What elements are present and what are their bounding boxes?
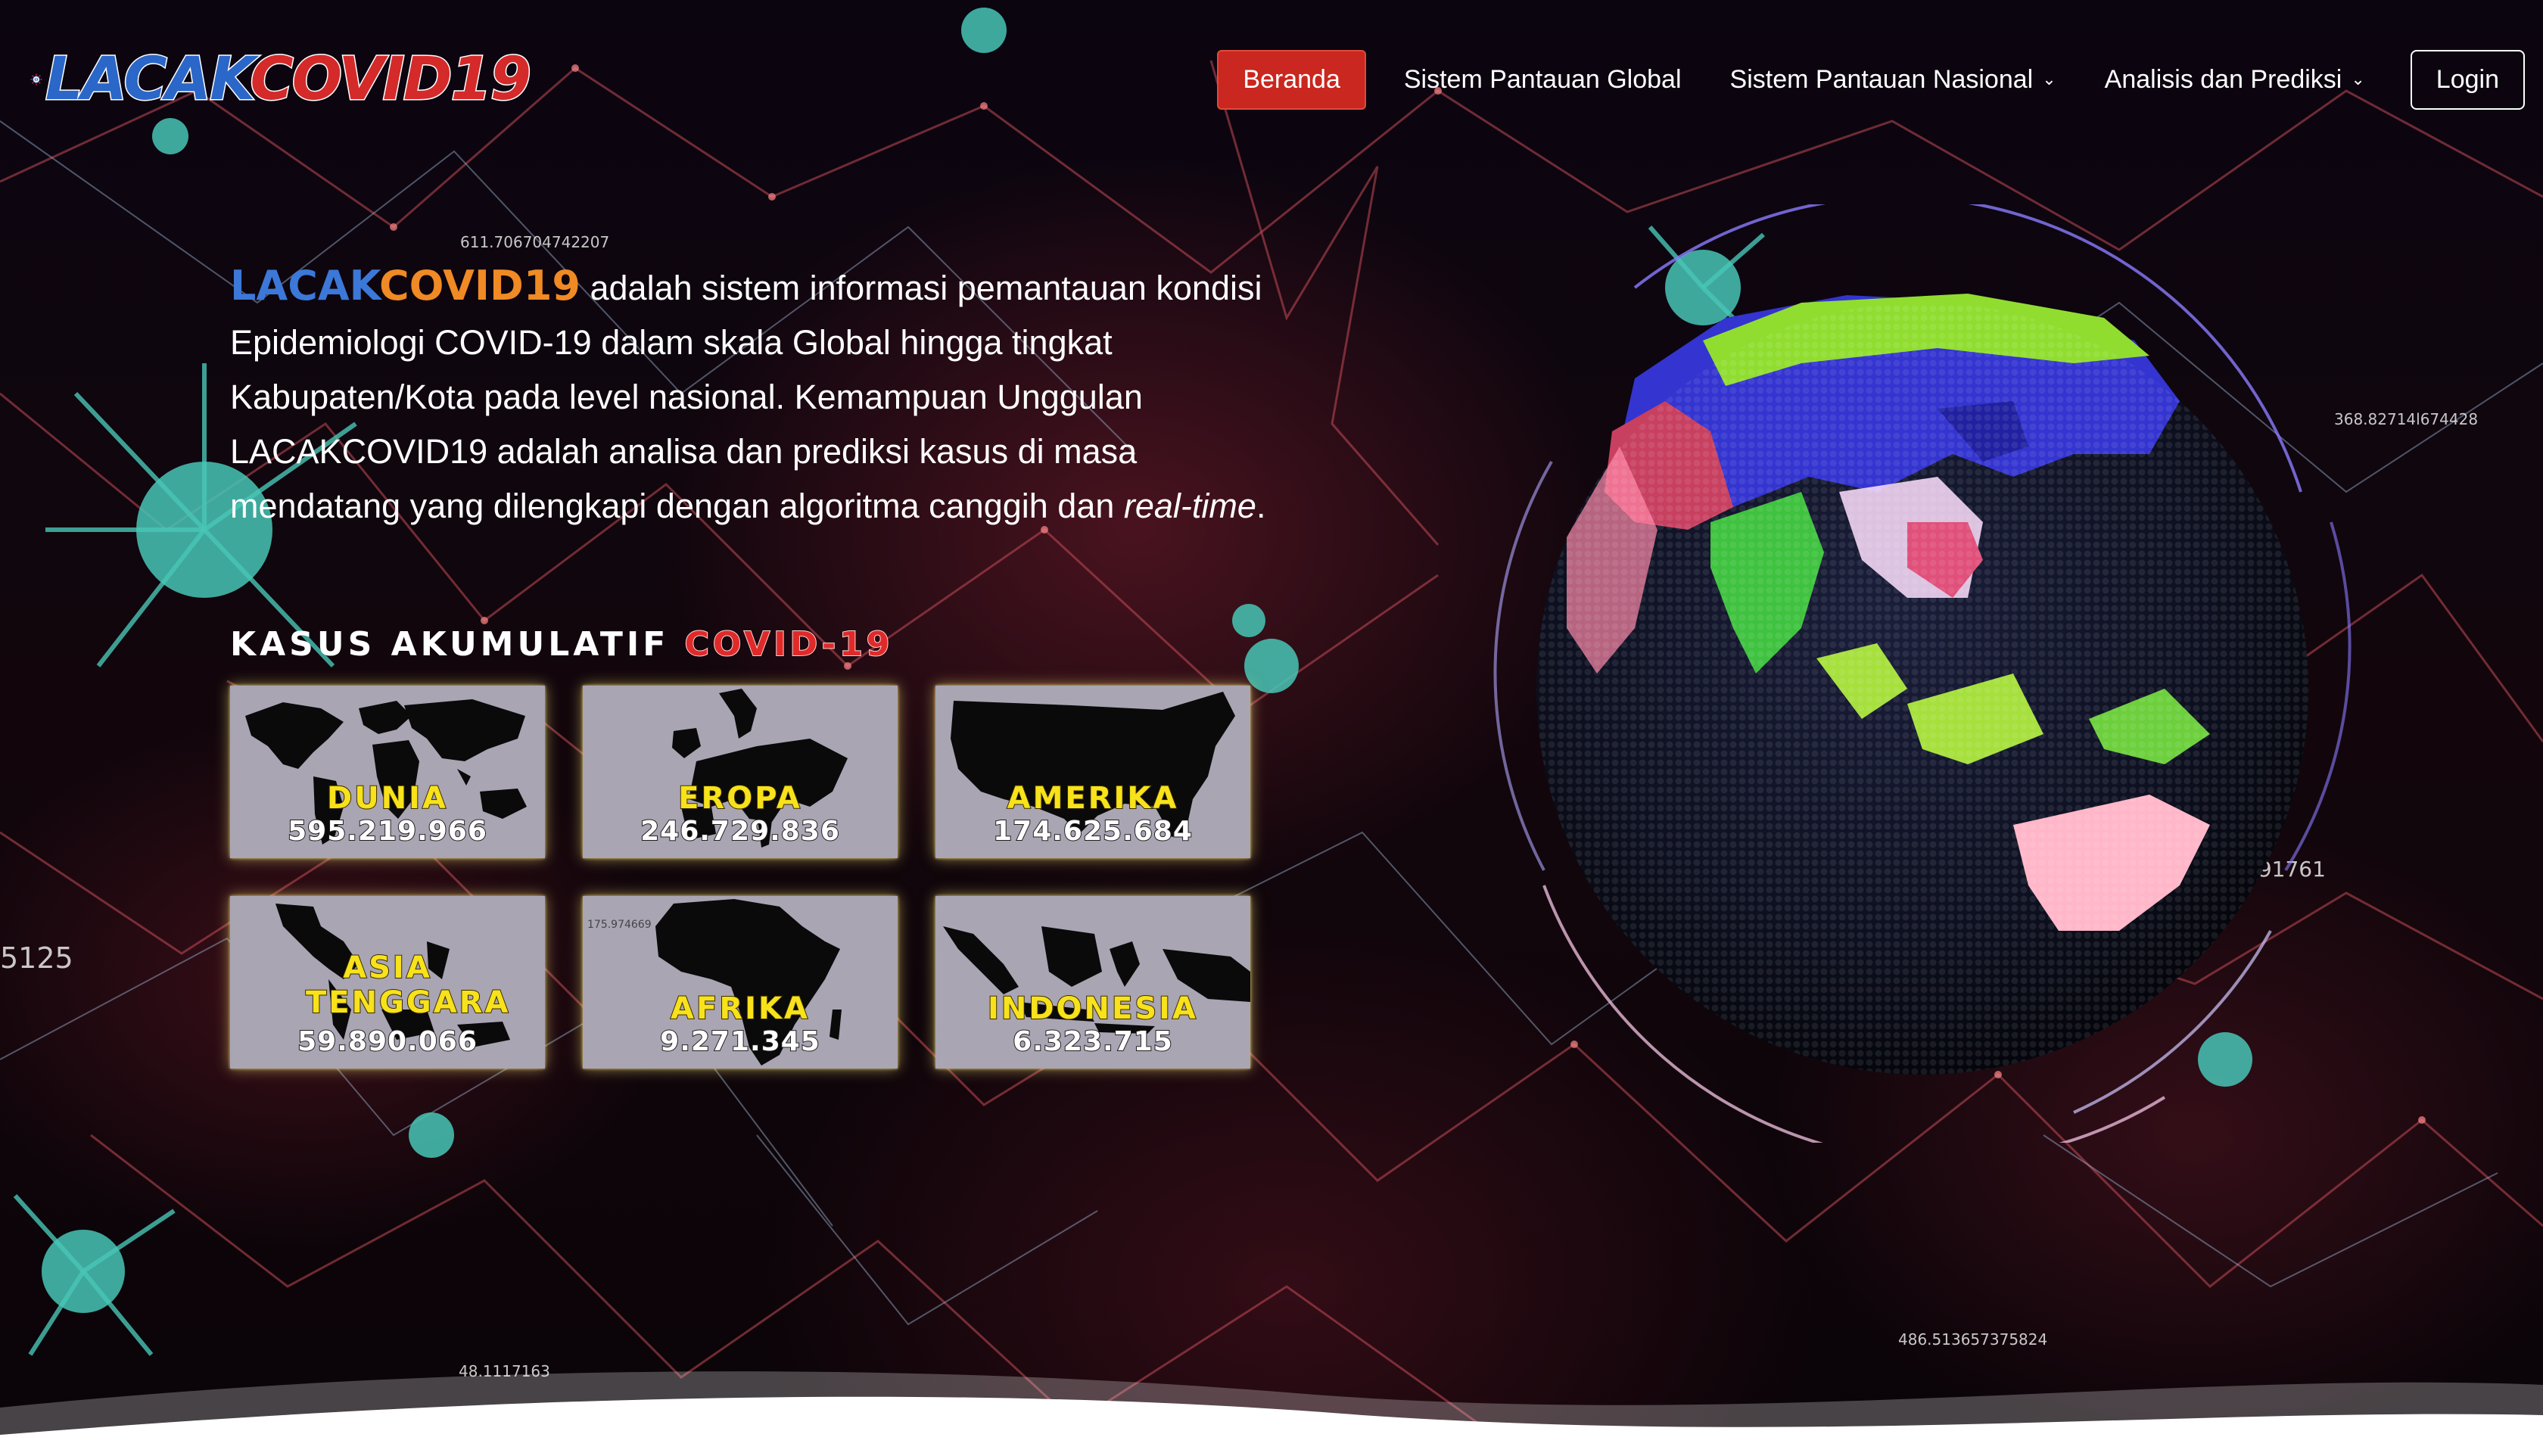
background-number: 486.513657375824: [1898, 1330, 2048, 1349]
nav-menu: Beranda Sistem Pantauan Global Sistem Pa…: [1217, 48, 2525, 110]
globe-visualization: [1493, 204, 2352, 1143]
nav-analisis-dan-prediksi[interactable]: Analisis dan Prediksi ⌄: [2105, 65, 2365, 95]
stat-card-label: ASIA TENGGARA: [305, 950, 511, 1021]
intro-brand: LACAKCOVID19: [230, 262, 581, 310]
background-number: 175.974669: [587, 919, 652, 931]
stats-cards: DUNIA 595.219.966 EROPA 246.729.836 AMER…: [230, 686, 1255, 1072]
login-button[interactable]: Login: [2410, 49, 2525, 110]
stat-card-value: 9.271.345: [659, 1025, 820, 1058]
nav-sistem-pantauan-nasional[interactable]: Sistem Pantauan Nasional ⌄: [1730, 65, 2056, 95]
chevron-down-icon: ⌄: [2351, 70, 2365, 89]
intro-text-end: .: [1256, 487, 1266, 525]
stat-card-value: 59.890.066: [297, 1025, 478, 1058]
stat-card-value: 6.323.715: [1012, 1025, 1173, 1058]
bottom-wave-divider: [0, 1371, 2543, 1456]
stat-card-asia-tenggara[interactable]: ASIA TENGGARA 59.890.066: [230, 896, 545, 1069]
background-number: 611.706704742207: [460, 233, 610, 251]
stat-card-label: AFRIKA: [670, 991, 810, 1027]
stat-card-indonesia[interactable]: INDONESIA 6.323.715: [935, 896, 1250, 1069]
page: 611.706704742207 368.82714l674428 991761…: [0, 0, 2543, 1456]
virus-logo-icon: [30, 73, 42, 86]
stat-card-value: 174.625.684: [992, 815, 1193, 848]
stat-card-value: 595.219.966: [287, 815, 487, 848]
nav-beranda[interactable]: Beranda: [1217, 49, 1366, 110]
stat-card-eropa[interactable]: EROPA 246.729.836: [583, 686, 898, 858]
top-navbar: LACAKCOVID19 Beranda Sistem Pantauan Glo…: [0, 0, 2543, 151]
stat-card-label: AMERIKA: [1007, 780, 1179, 817]
logo-wordmark: LACAKCOVID19: [44, 45, 532, 115]
stat-card-label: EROPA: [677, 780, 802, 817]
background-number: 5125: [0, 941, 73, 975]
nav-sistem-pantauan-global[interactable]: Sistem Pantauan Global: [1404, 65, 1682, 95]
intro-paragraph: LACAKCOVID19 adalah sistem informasi pem…: [230, 259, 1275, 534]
stat-card-label: DUNIA: [326, 780, 448, 817]
stats-heading: KASUS AKUMULATIF COVID-19: [230, 624, 894, 664]
stat-card-amerika[interactable]: AMERIKA 174.625.684: [935, 686, 1250, 858]
chevron-down-icon: ⌄: [2042, 70, 2056, 89]
intro-emphasis: real-time: [1123, 487, 1256, 525]
site-logo[interactable]: LACAKCOVID19: [30, 30, 533, 129]
stat-card-label: INDONESIA: [987, 991, 1198, 1027]
stat-card-afrika[interactable]: 175.974669 AFRIKA 9.271.345: [583, 896, 898, 1069]
stat-card-dunia[interactable]: DUNIA 595.219.966: [230, 686, 545, 858]
stat-card-value: 246.729.836: [640, 815, 840, 848]
